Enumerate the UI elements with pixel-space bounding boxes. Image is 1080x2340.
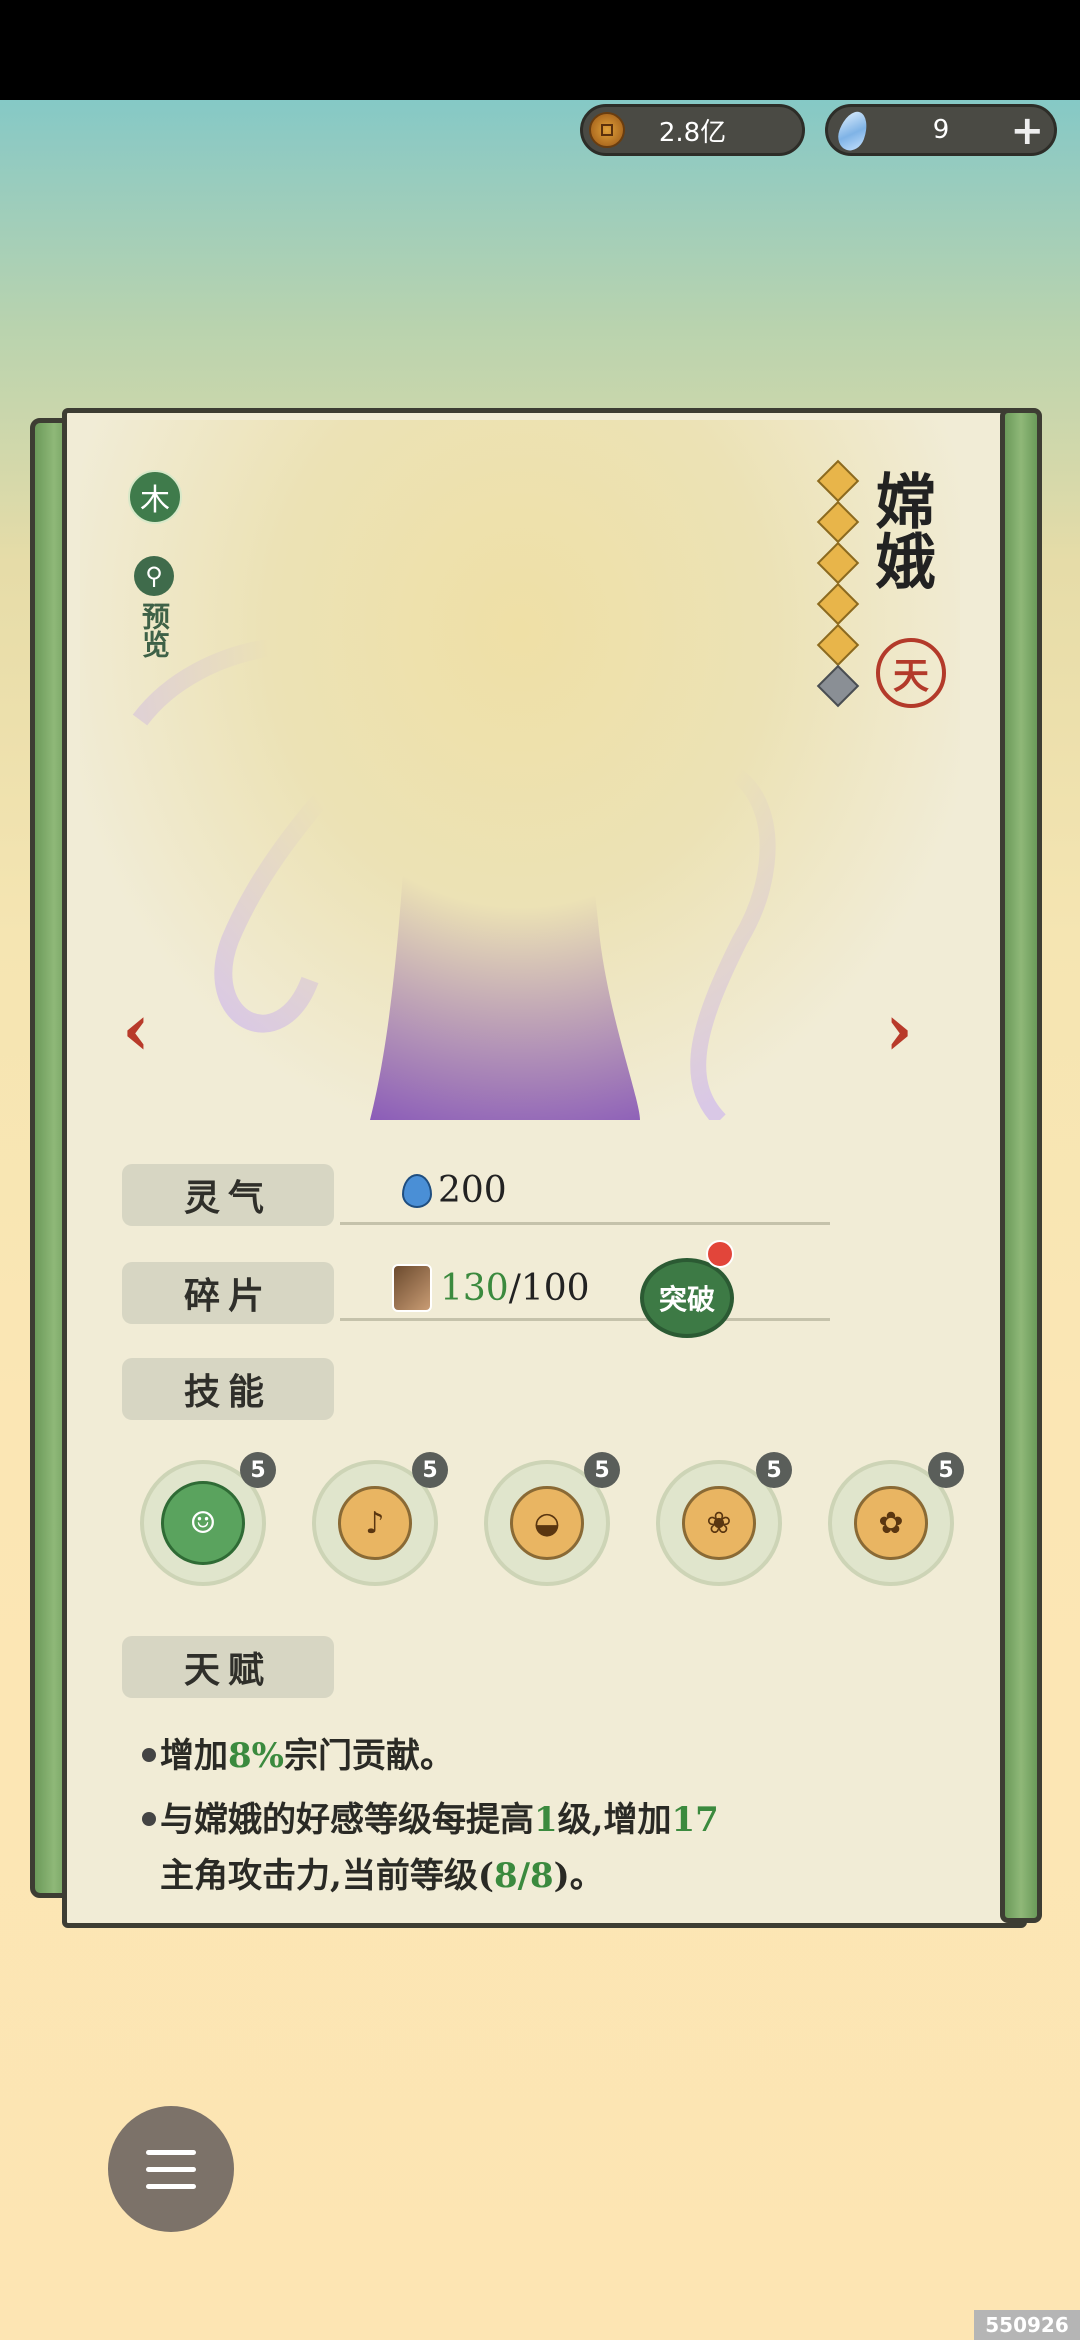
rank-seal: 天 [876,638,946,708]
watermark: 550926 [974,2310,1080,2340]
star-empty-icon [816,664,860,708]
talent-label: 天赋 [122,1636,334,1698]
talent-highlight: 17 [671,1800,719,1840]
skill-portrait-icon: ☺ [161,1481,245,1565]
divider [340,1222,830,1225]
spirit-value-row: 200 [402,1170,507,1211]
add-gems-icon[interactable]: + [1010,109,1044,153]
talent-item: 与嫦娥的好感等级每提高1级,增加17 主角攻击力,当前等级(8/8)。 [142,1792,920,1904]
fragment-need: /100 [508,1267,590,1309]
character-name: 嫦娥 [865,470,935,590]
skill-slot[interactable]: ♪ 5 [312,1452,448,1590]
fragment-value-row: 130 /100 [392,1264,590,1312]
breakthrough-button[interactable]: 突破 [640,1258,734,1338]
notification-dot [706,1240,734,1268]
fragment-portrait-icon [392,1264,432,1312]
star-icon [816,582,860,626]
skill-level-badge: 5 [584,1452,620,1488]
spirit-value: 200 [438,1170,507,1211]
skills-row: ☺ 5 ♪ 5 ◒ 5 ❀ 5 ✿ 5 [140,1452,964,1590]
star-rating [816,459,860,712]
talent-text: 与嫦娥的好感等级每提高 [160,1800,534,1840]
skill-slot[interactable]: ✿ 5 [828,1452,964,1590]
menu-button[interactable] [108,2106,234,2232]
divider [340,1318,830,1321]
menu-icon [146,2149,196,2155]
fragment-have: 130 [440,1267,509,1309]
status-bar [0,0,1080,100]
skill-slot[interactable]: ☺ 5 [140,1452,276,1590]
spirit-label: 灵气 [122,1164,334,1226]
skill-horn-icon: ♪ [338,1486,412,1560]
preview-label: 预览 [138,602,171,658]
star-icon [816,623,860,667]
talent-text: 增加 [160,1736,228,1776]
menu-icon [146,2183,196,2189]
gem-counter[interactable]: 9 + [825,104,1057,156]
coin-amount: 2.8亿 [658,117,727,148]
magnifier-icon: ⚲ [134,556,174,596]
talent-highlight: 1 [534,1800,558,1840]
skill-rice-icon: ❀ [682,1486,756,1560]
skill-slot[interactable]: ❀ 5 [656,1452,792,1590]
bullet-icon [142,1748,156,1762]
talent-text: 宗门贡献。 [283,1736,454,1776]
prev-character-arrow[interactable]: ‹ [122,995,166,1065]
skill-slot[interactable]: ◒ 5 [484,1452,620,1590]
star-icon [816,459,860,503]
element-badge-wood: 木 [128,470,182,524]
talent-highlight: 8% [228,1736,284,1776]
skill-rabbit-icon: ✿ [854,1486,928,1560]
bullet-icon [142,1812,156,1826]
skill-level-badge: 5 [412,1452,448,1488]
talent-highlight: 8/8 [493,1856,554,1896]
menu-icon [146,2166,196,2172]
preview-button[interactable]: ⚲ 预览 [130,556,178,662]
talent-text: 主角攻击力,当前等级( [160,1856,494,1896]
coin-counter[interactable]: 2.8亿 [580,104,805,156]
skill-level-badge: 5 [756,1452,792,1488]
talent-text: 级,增加 [557,1800,672,1840]
star-icon [816,500,860,544]
next-character-arrow[interactable]: › [885,995,929,1065]
water-drop-icon [402,1173,432,1208]
skill-level-badge: 5 [928,1452,964,1488]
skills-label: 技能 [122,1358,334,1420]
talent-item: 增加8%宗门贡献。 [142,1728,920,1784]
talent-text: )。 [553,1856,604,1896]
fragment-label: 碎片 [122,1262,334,1324]
scroll-rod-right [1000,408,1042,1923]
skill-level-badge: 5 [240,1452,276,1488]
star-icon [816,541,860,585]
skill-basket-icon: ◒ [510,1486,584,1560]
